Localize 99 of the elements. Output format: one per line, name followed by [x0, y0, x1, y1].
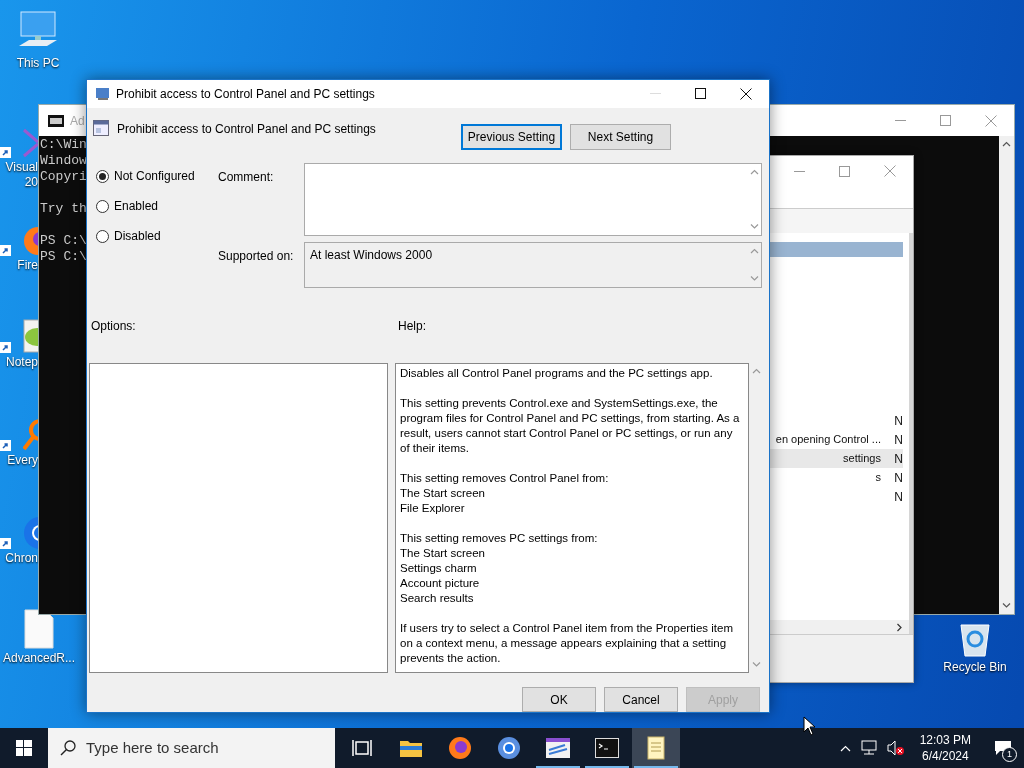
scroll-up-icon[interactable] [749, 169, 759, 177]
radio-icon[interactable] [96, 229, 109, 243]
policy-state: N [893, 431, 903, 449]
options-label: Options: [90, 317, 137, 335]
search-input[interactable]: Type here to search [86, 736, 306, 760]
taskbar-app-button[interactable] [632, 728, 680, 768]
chrome-icon [497, 736, 521, 760]
scroll-up-icon[interactable] [1002, 141, 1011, 148]
policy-state: N [893, 412, 903, 430]
notification-button[interactable]: 1 [986, 728, 1020, 768]
supported-label: Supported on: [218, 248, 295, 266]
policy-state: N [893, 469, 903, 487]
search-icon [60, 740, 76, 756]
policy-state: N [893, 450, 903, 468]
firefox-icon [448, 736, 472, 760]
radio-icon[interactable] [96, 199, 109, 213]
document-icon [23, 609, 55, 649]
help-text: Search results [400, 590, 475, 606]
notepad-icon [646, 736, 666, 760]
console-scrollbar[interactable] [999, 136, 1014, 614]
minimize-icon[interactable] [794, 170, 805, 172]
help-text: Account picture [400, 575, 481, 591]
maximize-icon[interactable] [695, 88, 706, 100]
state-radio[interactable]: Disabled [96, 227, 218, 246]
supported-value: At least Windows 2000 [309, 247, 433, 265]
help-text: The Start screen [400, 485, 486, 501]
task-view-icon [352, 739, 372, 757]
shortcut-arrow-icon [0, 147, 11, 158]
nav-button[interactable]: Previous Setting [461, 123, 562, 150]
terminal-icon [595, 738, 619, 758]
shortcut-arrow-icon [0, 440, 11, 451]
muted-speaker-icon[interactable] [886, 740, 905, 756]
radio-icon[interactable] [96, 169, 109, 183]
policy-icon [95, 86, 111, 101]
scroll-right-icon[interactable] [896, 622, 903, 632]
console-line: PS C:\ [40, 249, 87, 265]
console-line: C:\Win [40, 137, 87, 153]
shortcut-arrow-icon [0, 538, 11, 549]
scroll-down-icon[interactable] [1002, 602, 1011, 609]
clock-time: 12:03 PM [919, 732, 971, 748]
console-line: Try th [40, 201, 87, 217]
radio-label: Not Configured [114, 168, 195, 186]
folder-icon [399, 738, 423, 758]
chevron-up-icon[interactable] [839, 744, 851, 752]
policy-name: s [875, 470, 881, 486]
policy-name: en opening Control ... [775, 432, 881, 448]
console-line: PS C:\ [40, 233, 87, 249]
recycle-bin-icon [957, 622, 993, 658]
running-indicator [536, 766, 580, 768]
help-text: If users try to select a Control Panel item from the Properties item on a context menu, a message appears explaining that a setting prevents the action. [400, 620, 734, 666]
policy-row[interactable]: s N [767, 468, 903, 487]
dialog-title: Prohibit access to Control Panel and PC settings [116, 85, 375, 103]
horizontal-scrollbar[interactable] [767, 620, 909, 634]
state-radio[interactable]: Enabled [96, 197, 218, 216]
help-text: File Explorer [400, 500, 466, 516]
magnifier-icon [23, 419, 38, 451]
desktop-icon-label[interactable]: Recycle Bin [943, 660, 1007, 675]
help-label: Help: [398, 317, 426, 335]
running-indicator [634, 766, 678, 768]
state-radio[interactable]: Not Configured [96, 167, 218, 186]
radio-label: Disabled [114, 228, 161, 246]
policy-row[interactable]: N [767, 411, 903, 430]
help-text: Disables all Control Panel programs and the PC settings app. [400, 365, 714, 381]
console-line: Copyri [40, 169, 87, 185]
dialog-button[interactable]: OK [522, 687, 596, 712]
dialog-button[interactable]: Cancel [604, 687, 678, 712]
shortcut-arrow-icon [0, 342, 11, 353]
notification-count: 1 [1002, 747, 1017, 762]
close-icon[interactable] [740, 87, 752, 100]
help-text: This setting removes Control Panel from: [400, 470, 610, 486]
network-icon[interactable] [859, 740, 878, 756]
windows-icon [16, 740, 32, 756]
notepad-plus-icon [23, 319, 38, 353]
settings-window-icon [545, 736, 571, 760]
nav-button[interactable]: Next Setting [570, 123, 671, 150]
help-text: This setting prevents Control.exe and SystemSettings.exe, the program files for Control Panel and PC settings, from starting. As a result, users cannot start Control Panel or PC settings, or run any of their items. [400, 395, 741, 456]
console-icon [48, 114, 64, 127]
policy-name: settings [843, 451, 881, 467]
policy-row[interactable]: en opening Control ... N [767, 430, 903, 449]
policy-row[interactable]: N [767, 487, 903, 506]
shortcut-arrow-icon [0, 245, 11, 256]
comment-label: Comment: [218, 169, 275, 187]
search-field[interactable]: Type here to search [48, 728, 335, 768]
clock[interactable]: 12:03 PM 6/4/2024 [913, 732, 977, 764]
policy-state: N [893, 488, 903, 506]
help-text: Settings charm [400, 560, 478, 576]
desktop-icon-label[interactable]: AdvancedR... [2, 651, 75, 666]
mouse-cursor-icon [803, 716, 816, 736]
clock-date: 6/4/2024 [921, 748, 969, 764]
console-line: Window [40, 153, 87, 169]
help-text: This setting removes PC settings from: [400, 530, 599, 546]
console-title: Ad [70, 112, 85, 130]
help-text: The Start screen [400, 545, 486, 561]
running-indicator [585, 766, 629, 768]
setting-name: Prohibit access to Control Panel and PC settings [117, 120, 376, 138]
radio-label: Enabled [114, 198, 159, 216]
comment-field[interactable] [304, 163, 762, 237]
policy-row[interactable]: settings N [767, 449, 903, 468]
setting-icon [93, 119, 109, 136]
